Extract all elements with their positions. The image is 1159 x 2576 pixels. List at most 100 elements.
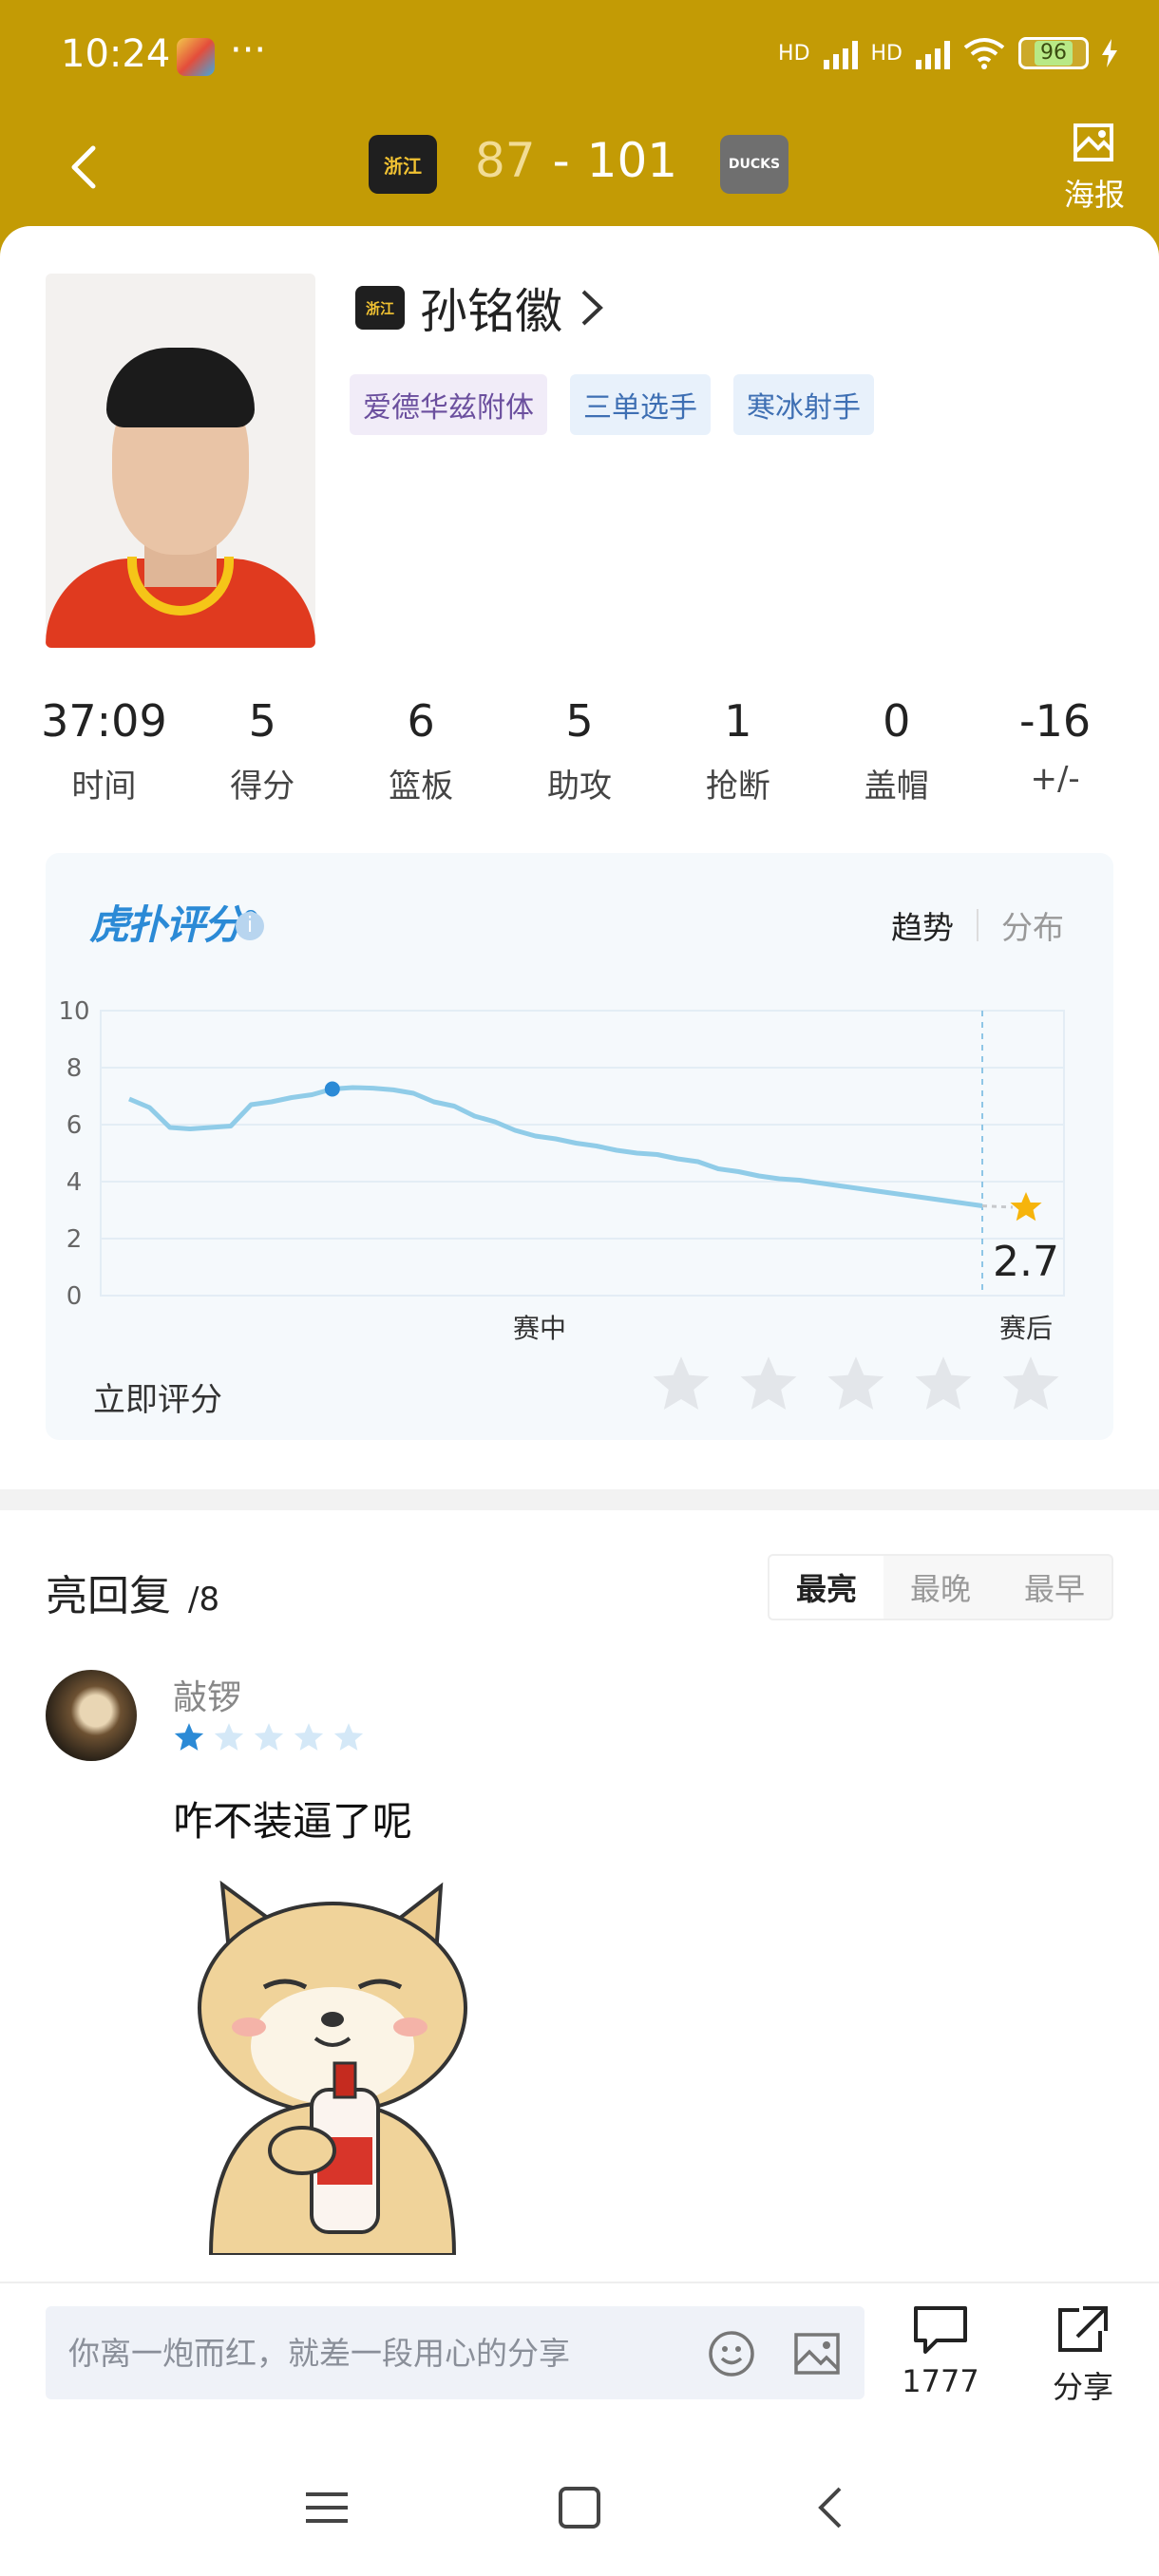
status-indicators: HD HD 96 <box>778 36 1117 70</box>
player-tags: 爱德华兹附体 三单选手 寒冰射手 <box>350 374 874 435</box>
away-team-logo[interactable]: DUCKS <box>720 135 788 194</box>
network-type-2: HD <box>870 41 902 66</box>
player-tag[interactable]: 爱德华兹附体 <box>350 374 547 435</box>
rate-star-2[interactable] <box>737 1353 800 1415</box>
stat-value: 1 <box>724 695 752 747</box>
x-label-end: 赛后 <box>999 1313 1053 1344</box>
highlight-point <box>324 1081 340 1097</box>
tab-distribution[interactable]: 分布 <box>1001 902 1064 948</box>
plot-frame <box>100 1010 1065 1297</box>
stat-points: 5 得分 <box>183 695 342 806</box>
avatar[interactable] <box>46 1670 137 1761</box>
wifi-icon <box>963 38 1005 69</box>
rate-star-1[interactable] <box>650 1353 712 1415</box>
tab-divider <box>977 909 978 941</box>
signal-icon <box>823 37 858 69</box>
game-header: 浙江 87-101 DUCKS 海报 <box>0 114 1159 228</box>
reply-bar: 1777 分享 <box>0 2282 1159 2434</box>
rating-card: 10 8 6 4 2 0 2.7 赛中 赛后 虎扑评分® i 趋势 分布 立即评分 <box>46 853 1113 1440</box>
dog-sticker-image[interactable] <box>173 1866 484 2255</box>
stat-blocks: 0 盖帽 <box>817 695 976 806</box>
stat-label: 时间 <box>71 767 137 805</box>
signal-icon-2 <box>916 37 950 69</box>
stat-value: 5 <box>565 695 594 747</box>
comment-star-icon <box>333 1723 364 1751</box>
player-stats: 37:09 时间 5 得分 6 篮板 5 助攻 1 抢断 0 盖帽 -16 +/- <box>25 695 1134 806</box>
stat-steals: 1 抢断 <box>658 695 817 806</box>
sort-tab-earliest[interactable]: 最早 <box>998 1556 1112 1619</box>
rate-star-5[interactable] <box>999 1353 1062 1415</box>
player-team-logo: 浙江 <box>355 286 405 330</box>
battery-icon: 96 <box>1018 37 1089 69</box>
rate-star-4[interactable] <box>912 1353 975 1415</box>
back-button[interactable] <box>57 139 114 196</box>
share-button[interactable]: 分享 <box>1043 2302 1123 2407</box>
comment-text: 咋不装逼了呢 <box>173 1798 413 1845</box>
stat-label: 得分 <box>230 767 295 805</box>
y-tick-label: 2 <box>66 1225 83 1254</box>
comment-bubble-icon <box>914 2306 967 2354</box>
more-notifications-icon: ··· <box>230 28 267 72</box>
score-separator: - <box>552 133 570 188</box>
emoji-icon[interactable] <box>707 2329 756 2378</box>
comments-button[interactable]: 1777 <box>901 2302 980 2399</box>
away-score: 101 <box>586 133 678 188</box>
status-time: 10:24 <box>61 32 171 76</box>
chevron-right-icon <box>581 290 603 326</box>
stat-label: 盖帽 <box>864 767 929 805</box>
player-name-link[interactable]: 浙江 孙铭徽 <box>355 274 606 342</box>
poster-button[interactable]: 海报 <box>1056 120 1132 215</box>
stat-value: -16 <box>1019 695 1092 747</box>
y-tick-label: 8 <box>66 1054 83 1083</box>
comment-star-icon <box>214 1723 244 1751</box>
comments-title: 亮回复/8 <box>46 1562 219 1622</box>
rating-stars-input <box>650 1353 1062 1415</box>
sort-tab-brightest[interactable]: 最亮 <box>770 1556 884 1619</box>
stat-plus-minus: -16 +/- <box>976 695 1134 806</box>
stat-value: 0 <box>883 695 911 747</box>
rating-tabs: 趋势 分布 <box>891 902 1064 948</box>
comment-username[interactable]: 敲锣 <box>173 1670 241 1719</box>
final-rating-value: 2.7 <box>993 1238 1059 1286</box>
status-bar: 10:24 ··· HD HD 96 <box>0 0 1159 114</box>
share-label: 分享 <box>1052 2369 1113 2405</box>
comments-title-text: 亮回复 <box>46 1572 171 1620</box>
menu-icon[interactable] <box>300 2481 353 2534</box>
poster-icon <box>1074 123 1113 161</box>
poster-label: 海报 <box>1063 177 1125 213</box>
rate-star-3[interactable] <box>825 1353 887 1415</box>
x-label-mid: 赛中 <box>513 1313 566 1344</box>
tab-trend[interactable]: 趋势 <box>891 902 954 948</box>
back-icon[interactable] <box>806 2481 859 2534</box>
home-icon[interactable] <box>553 2481 606 2534</box>
home-score: 87 <box>475 133 536 188</box>
rate-now-label: 立即评分 <box>93 1381 222 1419</box>
player-tag[interactable]: 寒冰射手 <box>733 374 874 435</box>
comment-sort-tabs: 最亮 最晚 最早 <box>768 1554 1113 1620</box>
image-icon[interactable] <box>792 2329 842 2378</box>
player-name: 孙铭徽 <box>420 284 562 339</box>
sort-tab-latest[interactable]: 最晚 <box>884 1556 998 1619</box>
stat-value: 6 <box>407 695 435 747</box>
home-team-logo[interactable]: 浙江 <box>369 135 437 194</box>
battery-level: 96 <box>1035 41 1073 66</box>
y-tick-label: 6 <box>66 1111 83 1140</box>
final-rating-star <box>1010 1192 1042 1222</box>
stat-label: 篮板 <box>389 767 454 805</box>
player-photo <box>46 274 315 648</box>
stat-minutes: 37:09 时间 <box>25 695 183 806</box>
charging-icon <box>1102 39 1117 67</box>
system-navigation-bar <box>0 2434 1159 2576</box>
stat-label: +/- <box>1030 760 1080 798</box>
comment-rating-stars <box>173 1721 365 1753</box>
player-tag[interactable]: 三单选手 <box>570 374 711 435</box>
comments-count: /8 <box>188 1581 220 1619</box>
comment-star-icon <box>174 1723 204 1751</box>
stat-rebounds: 6 篮板 <box>342 695 501 806</box>
stat-assists: 5 助攻 <box>501 695 659 806</box>
rating-series-line <box>128 1085 983 1208</box>
stat-value: 37:09 <box>41 695 167 747</box>
info-icon[interactable]: i <box>236 912 264 940</box>
game-score: 87-101 <box>475 133 677 188</box>
stat-value: 5 <box>248 695 276 747</box>
